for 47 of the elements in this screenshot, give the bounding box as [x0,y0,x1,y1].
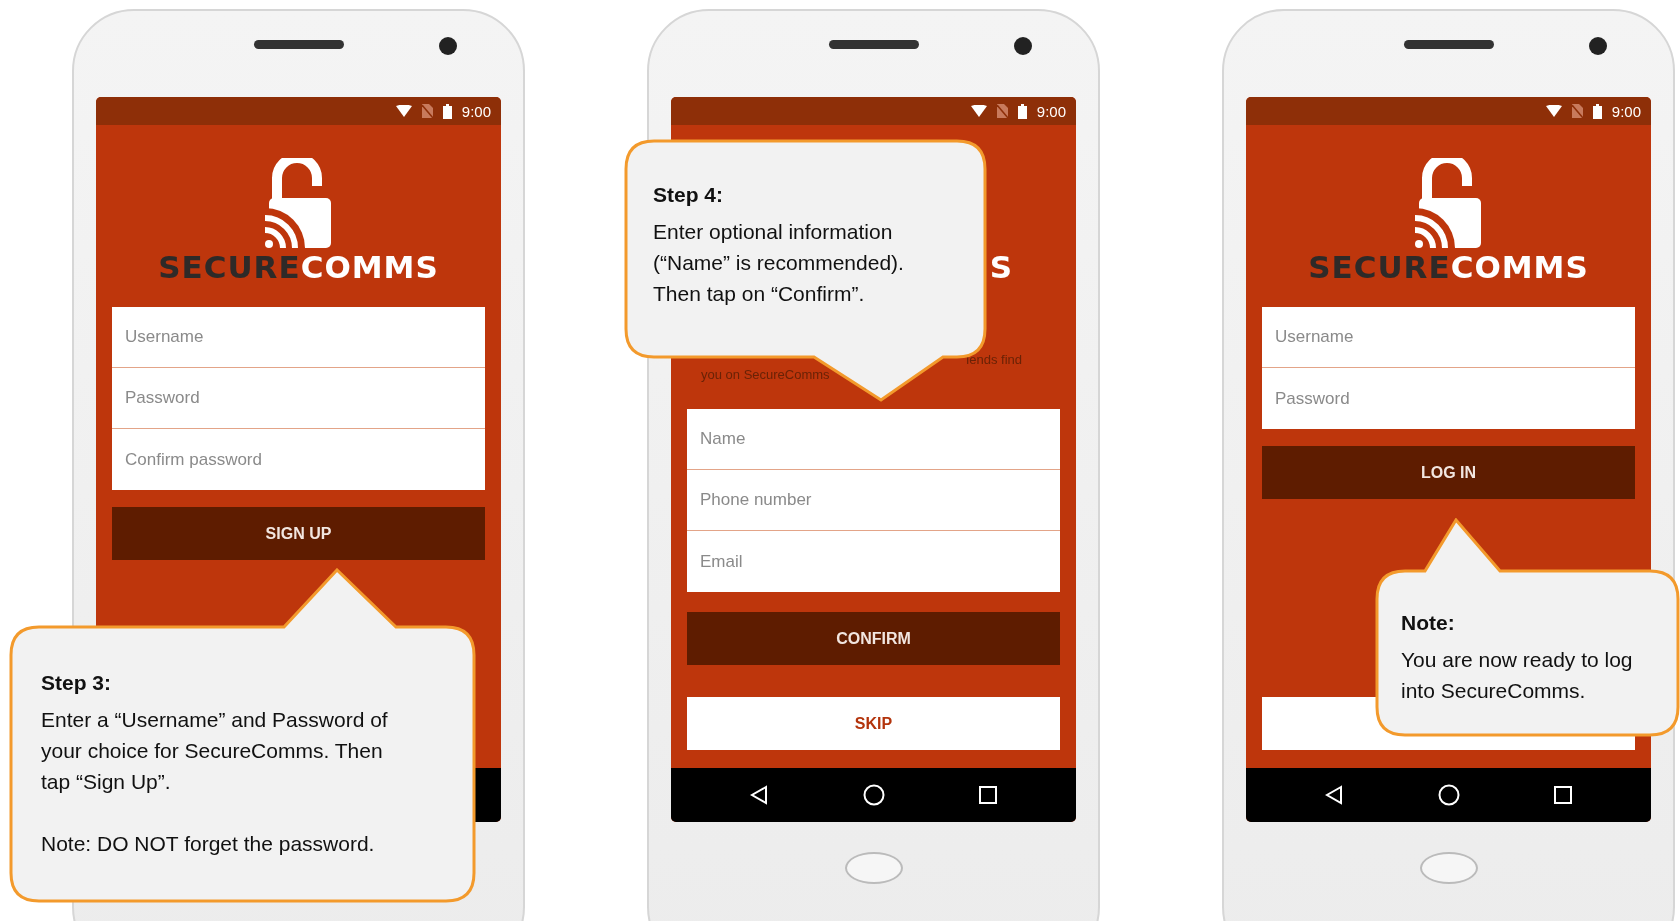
text-field[interactable]: Phone number [687,470,1060,531]
home-icon[interactable] [1437,784,1460,806]
secondary-button[interactable]: SKIP [687,697,1060,750]
recent-apps-icon[interactable] [979,786,997,804]
app-wordmark: SECURECOMMS [157,250,440,284]
lock-logo-icon [1414,158,1483,250]
text-field[interactable]: Confirm password [112,429,485,490]
callout-title: Step 4: [653,182,724,208]
no-sim-icon [421,104,433,118]
callout-text: Enter optional information (“Name” is recommended). Then tap on “Confirm”. [653,219,905,307]
wifi-icon [970,105,987,117]
text-field[interactable]: Email [687,531,1060,592]
intro-text: you on SecureComms [701,367,830,382]
app-wordmark: SECURECOMMS [1307,250,1590,284]
status-time: 9:00 [461,102,491,120]
text-field[interactable]: Username [1262,307,1635,368]
text-field[interactable]: Password [1262,368,1635,429]
battery-icon [442,103,452,119]
back-icon[interactable] [1325,785,1343,805]
battery-icon [1592,103,1602,119]
callout-text: Enter a “Username” and Password of your choice for SecureComms. Then tap “Sign Up”. [41,707,389,795]
home-icon[interactable] [862,784,885,806]
wifi-icon [1545,105,1562,117]
no-sim-icon [996,104,1008,118]
primary-button[interactable]: CONFIRM [687,612,1060,665]
callout-text: You are now ready to log into SecureComms. [1401,647,1634,704]
phone-camera [1589,37,1607,55]
battery-icon [1017,103,1027,119]
phone-camera [439,37,457,55]
text-field[interactable]: Name [687,409,1060,470]
intro-text: iends find [966,352,1022,367]
recent-apps-icon[interactable] [1554,786,1572,804]
primary-button[interactable]: SIGN UP [112,507,485,560]
lock-logo-icon [264,158,333,250]
phone-camera [1014,37,1032,55]
status-time: 9:00 [1036,102,1066,120]
primary-button[interactable]: LOG IN [1262,446,1635,499]
wifi-icon [395,105,412,117]
callout-title: Step 3: [41,670,112,696]
callout-title: Note: [1401,610,1456,636]
back-icon[interactable] [750,785,768,805]
wordmark-fragment: S [989,250,1012,284]
text-field[interactable]: Password [112,368,485,429]
text-field[interactable]: Username [112,307,485,368]
no-sim-icon [1571,104,1583,118]
callout-text: Note: DO NOT forget the password. [41,831,376,857]
status-time: 9:00 [1611,102,1641,120]
